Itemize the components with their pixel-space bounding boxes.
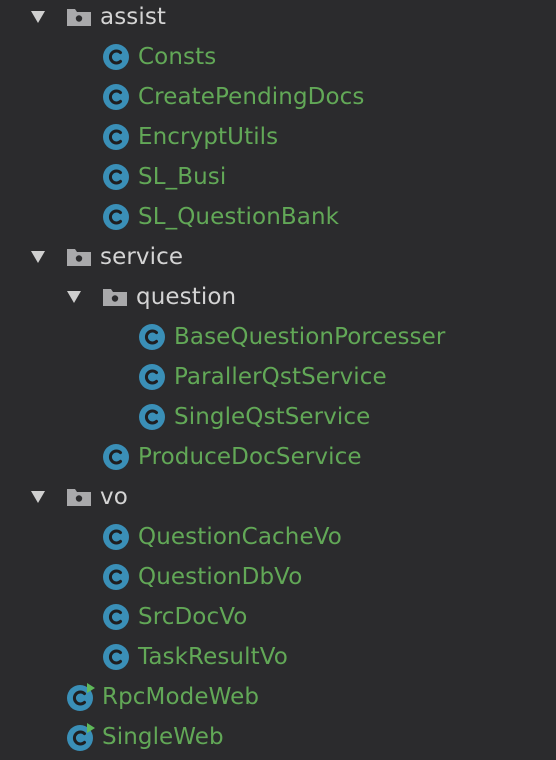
- class-c-icon: [102, 643, 130, 671]
- tree-class-label: SingleWeb: [102, 724, 224, 750]
- class-c-icon: [102, 83, 130, 111]
- triangle-down-icon[interactable]: [28, 7, 48, 27]
- runnable-class-icon: [66, 682, 96, 712]
- tree-class-label: Consts: [138, 44, 217, 70]
- tree-class-item[interactable]: BaseQuestionPorcesser: [0, 317, 556, 357]
- tree-class-item[interactable]: SrcDocVo: [0, 597, 556, 637]
- tree-folder-label: service: [100, 244, 184, 270]
- class-c-icon: [102, 603, 130, 631]
- tree-folder-service[interactable]: service: [0, 237, 556, 277]
- class-c-icon: [138, 363, 166, 391]
- tree-class-item[interactable]: EncryptUtils: [0, 117, 556, 157]
- tree-class-item[interactable]: SingleQstService: [0, 397, 556, 437]
- tree-class-label: SL_Busi: [138, 164, 227, 190]
- package-folder-icon: [65, 247, 93, 267]
- tree-folder-assist[interactable]: assist: [0, 0, 556, 37]
- tree-class-label: CreatePendingDocs: [138, 84, 365, 110]
- triangle-down-icon[interactable]: [28, 247, 48, 267]
- package-folder-icon: [101, 287, 129, 307]
- package-folder-icon: [65, 487, 93, 507]
- tree-class-label: BaseQuestionPorcesser: [174, 324, 446, 350]
- tree-class-item[interactable]: QuestionDbVo: [0, 557, 556, 597]
- tree-class-label: SL_QuestionBank: [138, 204, 340, 230]
- tree-class-item[interactable]: SL_QuestionBank: [0, 197, 556, 237]
- tree-class-item[interactable]: ProduceDocService: [0, 437, 556, 477]
- triangle-down-icon[interactable]: [64, 287, 84, 307]
- class-c-icon: [102, 163, 130, 191]
- tree-class-item[interactable]: TaskResultVo: [0, 637, 556, 677]
- runnable-class-icon: [66, 722, 96, 752]
- project-tree: assist Consts CreatePendingDocs EncryptU…: [0, 0, 556, 757]
- class-c-icon: [102, 43, 130, 71]
- class-c-icon: [138, 323, 166, 351]
- class-c-icon: [102, 123, 130, 151]
- tree-class-item[interactable]: CreatePendingDocs: [0, 77, 556, 117]
- tree-class-label: ProduceDocService: [138, 444, 362, 470]
- tree-folder-vo[interactable]: vo: [0, 477, 556, 517]
- package-folder-icon: [65, 7, 93, 27]
- tree-class-item[interactable]: ParallerQstService: [0, 357, 556, 397]
- class-c-icon: [102, 203, 130, 231]
- class-c-icon: [102, 523, 130, 551]
- tree-class-label: EncryptUtils: [138, 124, 279, 150]
- tree-folder-label: assist: [100, 4, 167, 30]
- tree-class-item[interactable]: QuestionCacheVo: [0, 517, 556, 557]
- triangle-down-icon[interactable]: [28, 487, 48, 507]
- tree-class-label: QuestionDbVo: [138, 564, 303, 590]
- tree-class-label: RpcModeWeb: [102, 684, 260, 710]
- tree-folder-question[interactable]: question: [0, 277, 556, 317]
- tree-runnable-class-item[interactable]: RpcModeWeb: [0, 677, 556, 717]
- tree-folder-label: vo: [100, 484, 128, 510]
- tree-folder-label: question: [136, 284, 237, 310]
- tree-class-label: SingleQstService: [174, 404, 371, 430]
- tree-class-item[interactable]: SL_Busi: [0, 157, 556, 197]
- tree-class-label: QuestionCacheVo: [138, 524, 342, 550]
- tree-runnable-class-item[interactable]: SingleWeb: [0, 717, 556, 757]
- tree-class-item[interactable]: Consts: [0, 37, 556, 77]
- class-c-icon: [102, 443, 130, 471]
- tree-class-label: TaskResultVo: [138, 644, 288, 670]
- tree-class-label: SrcDocVo: [138, 604, 248, 630]
- tree-class-label: ParallerQstService: [174, 364, 387, 390]
- class-c-icon: [138, 403, 166, 431]
- class-c-icon: [102, 563, 130, 591]
